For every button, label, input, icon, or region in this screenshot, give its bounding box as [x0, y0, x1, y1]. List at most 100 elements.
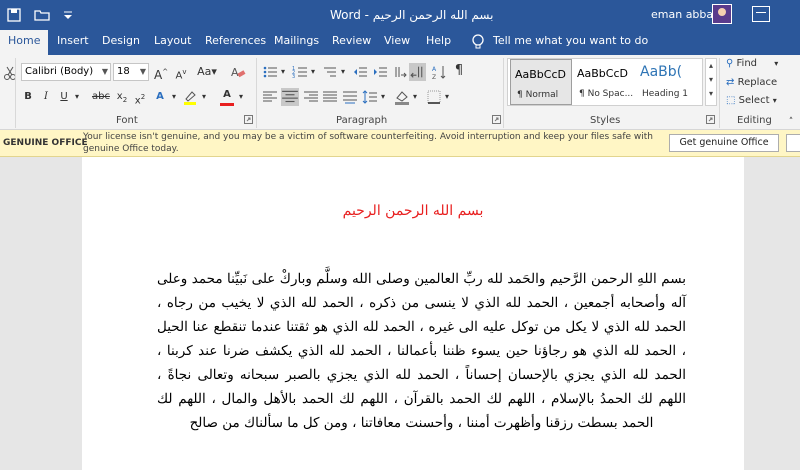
user-avatar[interactable] [712, 4, 732, 24]
paragraph-dialog-launcher-icon[interactable] [492, 115, 501, 124]
document-body[interactable]: بسم اللهِ الرحمن الرَّحيم والحَمد لله رب… [82, 267, 744, 435]
font-color-icon[interactable]: A [220, 88, 234, 106]
ribbon-display-options-icon[interactable] [752, 6, 770, 22]
styles-gallery: AaBbCcD ¶ Normal AaBbCcD ¶ No Spac... Aa… [507, 58, 703, 106]
replace-icon: ⇄ [726, 77, 735, 88]
bullets-dropdown-icon[interactable]: ▾ [279, 63, 287, 81]
shading-icon[interactable] [394, 89, 410, 105]
tell-me-search[interactable]: Tell me what you want to do [493, 30, 648, 55]
tab-help[interactable]: Help [426, 30, 451, 55]
highlight-icon[interactable] [182, 89, 198, 105]
banner-label: GENUINE OFFICE [3, 138, 88, 148]
tab-references[interactable]: References [205, 30, 266, 55]
styles-group-label: Styles [590, 115, 621, 126]
tab-mailings[interactable]: Mailings [274, 30, 319, 55]
customize-toolbar-icon[interactable] [60, 7, 76, 23]
replace-button[interactable]: ⇄ Replace [726, 77, 777, 88]
align-left-icon[interactable] [262, 89, 278, 105]
paragraph-group-label: Paragraph [336, 115, 388, 126]
select-button[interactable]: ⬚ Select ▾ [726, 95, 777, 106]
multilevel-list-icon[interactable] [322, 64, 338, 80]
font-name-combo[interactable]: Calibri (Body) ▼ [21, 63, 111, 81]
user-name[interactable]: eman abbas [651, 8, 719, 21]
bold-icon[interactable]: B [22, 88, 34, 106]
subscript-icon[interactable]: x2 [115, 88, 129, 106]
show-marks-icon[interactable]: ¶ [452, 63, 466, 81]
superscript-icon[interactable]: x2 [133, 88, 147, 106]
borders-dropdown-icon[interactable]: ▾ [443, 88, 451, 106]
tab-view[interactable]: View [384, 30, 410, 55]
lightbulb-icon [472, 34, 484, 49]
underline-dropdown-icon[interactable]: ▾ [72, 88, 82, 106]
tab-insert[interactable]: Insert [57, 30, 89, 55]
tab-layout[interactable]: Layout [154, 30, 191, 55]
sort-icon[interactable]: AZ [432, 64, 448, 80]
replace-label: Replace [737, 77, 778, 88]
right-to-left-icon[interactable] [409, 63, 426, 81]
style-normal[interactable]: AaBbCcD ¶ Normal [510, 59, 572, 105]
numbering-icon[interactable]: 123 [292, 64, 308, 80]
svg-text:A: A [432, 66, 437, 73]
select-icon: ⬚ [726, 95, 736, 106]
svg-text:A: A [231, 66, 239, 79]
style-name: Heading 1 [642, 89, 689, 99]
tab-review[interactable]: Review [332, 30, 371, 55]
style-sample: AaBb( [640, 64, 683, 80]
style-sample: AaBbCcD [515, 68, 566, 81]
borders-icon[interactable] [426, 89, 442, 105]
align-center-icon[interactable] [281, 88, 299, 106]
text-effects-icon[interactable]: A [153, 88, 167, 106]
distributed-icon[interactable] [342, 89, 358, 105]
bullets-icon[interactable] [262, 64, 278, 80]
grow-font-icon[interactable]: A^ [154, 63, 168, 82]
multilevel-dropdown-icon[interactable]: ▾ [339, 63, 347, 81]
style-sample: AaBbCcD [577, 67, 628, 80]
ribbon-tabs: Home Insert Design Layout References Mai… [0, 30, 800, 55]
underline-icon[interactable]: U [58, 88, 70, 106]
increase-indent-icon[interactable] [372, 64, 388, 80]
banner-secondary-button[interactable] [786, 134, 800, 152]
banner-message: Your license isn't genuine, and you may … [83, 132, 653, 154]
document-canvas[interactable]: بسم الله الرحمن الرحيم بسم اللهِ الرحمن … [0, 157, 800, 470]
license-banner: GENUINE OFFICE Your license isn't genuin… [0, 130, 800, 157]
save-icon[interactable] [6, 7, 22, 23]
open-folder-icon[interactable] [34, 7, 50, 23]
italic-icon[interactable]: I [40, 88, 52, 106]
highlight-dropdown-icon[interactable]: ▾ [200, 88, 208, 106]
decrease-indent-icon[interactable] [352, 64, 368, 80]
find-label: Find [736, 58, 758, 69]
shrink-font-icon[interactable]: Av [174, 63, 188, 81]
font-group-label: Font [116, 115, 138, 126]
style-name: ¶ No Spac... [579, 89, 634, 99]
styles-more-icon[interactable]: ▴ ▾ ▾ [705, 58, 717, 106]
font-dialog-launcher-icon[interactable] [244, 115, 253, 124]
left-to-right-icon[interactable] [392, 64, 408, 80]
numbering-dropdown-icon[interactable]: ▾ [309, 63, 317, 81]
svg-text:3: 3 [292, 74, 295, 80]
font-size-value: 18 [117, 66, 130, 77]
style-no-spacing[interactable]: AaBbCcD ¶ No Spac... [573, 59, 635, 105]
clear-formatting-icon[interactable]: A [230, 64, 246, 80]
strikethrough-icon[interactable]: abc [90, 88, 112, 106]
change-case-icon[interactable]: Aa▾ [196, 63, 218, 81]
find-button[interactable]: ⚲ Find ▾ [726, 58, 778, 69]
ribbon: Calibri (Body) ▼ 18 ▼ A^ Av Aa▾ A B I U ▾ … [0, 55, 800, 130]
get-genuine-office-button[interactable]: Get genuine Office [669, 134, 779, 152]
line-spacing-dropdown-icon[interactable]: ▾ [379, 88, 387, 106]
collapse-ribbon-icon[interactable]: ˄ [786, 113, 796, 131]
font-color-dropdown-icon[interactable]: ▾ [237, 88, 245, 106]
shading-dropdown-icon[interactable]: ▾ [411, 88, 419, 106]
justify-icon[interactable] [322, 89, 338, 105]
tab-home[interactable]: Home [0, 30, 49, 55]
align-right-icon[interactable] [303, 89, 319, 105]
styles-dialog-launcher-icon[interactable] [706, 115, 715, 124]
document-page[interactable]: بسم الله الرحمن الرحيم بسم اللهِ الرحمن … [82, 157, 744, 470]
style-heading-1[interactable]: AaBb( Heading 1 [636, 59, 702, 105]
text-effects-dropdown-icon[interactable]: ▾ [170, 88, 178, 106]
document-title[interactable]: بسم الله الرحمن الرحيم [82, 203, 744, 219]
tab-design[interactable]: Design [102, 30, 140, 55]
search-icon: ⚲ [726, 58, 734, 69]
font-size-combo[interactable]: 18 ▼ [113, 63, 149, 81]
font-name-value: Calibri (Body) [25, 66, 94, 77]
line-spacing-icon[interactable] [362, 89, 378, 105]
